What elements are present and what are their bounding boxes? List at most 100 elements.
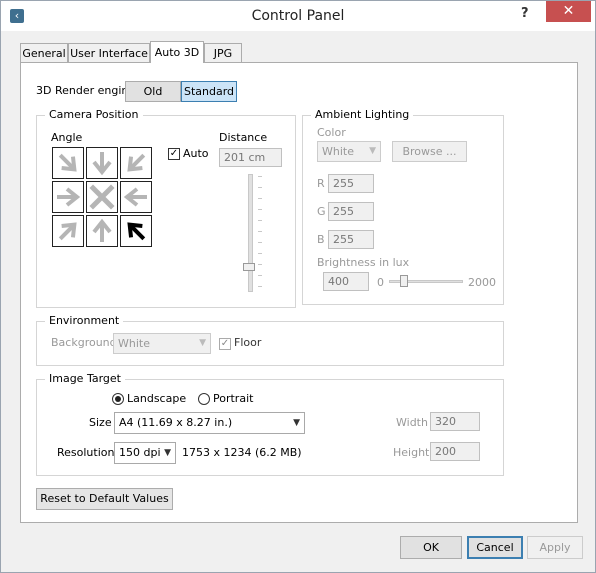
landscape-label: Landscape — [127, 392, 187, 405]
brightness-max-label: 2000 — [468, 276, 496, 289]
ambient-lighting-title: Ambient Lighting — [311, 108, 414, 121]
image-target-title: Image Target — [45, 372, 125, 385]
b-field[interactable]: 255 — [328, 230, 374, 249]
brightness-field[interactable]: 400 — [323, 272, 369, 291]
slider-tick — [258, 209, 262, 210]
angle-cell[interactable] — [86, 181, 118, 213]
resolution-select-value: 150 dpi — [119, 446, 161, 459]
arrow-left-icon — [123, 187, 147, 207]
arrow-right-icon — [57, 187, 81, 207]
arrow-down-left-icon — [127, 153, 146, 172]
browse-button[interactable]: Browse ... — [392, 141, 467, 162]
environment-title: Environment — [45, 314, 124, 327]
portrait-label: Portrait — [213, 392, 254, 405]
r-label: R — [317, 177, 325, 190]
angle-cell[interactable] — [120, 147, 152, 179]
cancel-button[interactable]: Cancel — [467, 536, 523, 559]
slider-tick — [258, 286, 262, 287]
chevron-down-icon: ▼ — [199, 338, 206, 348]
arrow-up-left-icon — [127, 222, 146, 241]
angle-cell[interactable] — [86, 147, 118, 179]
portrait-radio[interactable] — [198, 393, 210, 405]
color-label: Color — [317, 126, 346, 139]
slider-tick — [258, 187, 262, 188]
slider-tick — [258, 176, 262, 177]
ambient-lighting-group: Ambient Lighting Color White ▼ Browse ..… — [302, 108, 504, 305]
arrow-down-icon — [92, 152, 112, 176]
b-label: B — [317, 233, 325, 246]
slider-tick — [258, 264, 262, 265]
resolution-info: 1753 x 1234 (6.2 MB) — [182, 446, 302, 459]
render-standard-button[interactable]: Standard — [181, 81, 237, 102]
angle-cell[interactable] — [52, 215, 84, 247]
angle-cell[interactable] — [52, 181, 84, 213]
auto-3d-panel: 3D Render engine Old Standard Camera Pos… — [20, 62, 578, 523]
reset-defaults-button[interactable]: Reset to Default Values — [36, 488, 173, 510]
background-select[interactable]: White ▼ — [113, 333, 211, 354]
angle-cell[interactable] — [120, 215, 152, 247]
auto-checkbox[interactable]: ✓ — [168, 148, 180, 160]
size-select[interactable]: A4 (11.69 x 8.27 in.) ▼ — [114, 412, 305, 434]
landscape-radio[interactable] — [112, 393, 124, 405]
distance-slider-track — [248, 174, 253, 292]
g-label: G — [317, 205, 326, 218]
background-label: Background — [51, 336, 117, 349]
resolution-select[interactable]: 150 dpi ▼ — [114, 442, 176, 464]
distance-label: Distance — [219, 131, 268, 144]
arrow-up-icon — [92, 218, 112, 242]
render-old-button[interactable]: Old — [125, 81, 181, 102]
background-select-value: White — [118, 337, 150, 350]
angle-grid — [52, 147, 156, 251]
title-bar: ‹ Control Panel ? ✕ — [1, 1, 595, 31]
height-field[interactable]: 200 — [430, 442, 480, 461]
size-label: Size — [89, 416, 112, 429]
apply-button[interactable]: Apply — [527, 536, 583, 559]
width-field[interactable]: 320 — [430, 412, 480, 431]
distance-slider[interactable] — [242, 174, 264, 292]
floor-label: Floor — [234, 336, 262, 349]
auto-label: Auto — [183, 147, 209, 160]
camera-position-title: Camera Position — [45, 108, 143, 121]
size-select-value: A4 (11.69 x 8.27 in.) — [119, 416, 233, 429]
angle-label: Angle — [51, 131, 83, 144]
tab-auto-3d[interactable]: Auto 3D — [150, 41, 204, 63]
distance-slider-thumb[interactable] — [243, 263, 255, 271]
resolution-label: Resolution — [57, 446, 115, 459]
height-label: Height — [393, 446, 430, 459]
ok-button[interactable]: OK — [400, 536, 462, 559]
slider-tick — [258, 220, 262, 221]
tab-general[interactable]: General — [20, 43, 68, 62]
chevron-down-icon: ▼ — [369, 146, 376, 156]
help-button[interactable]: ? — [521, 6, 529, 21]
slider-tick — [258, 231, 262, 232]
distance-field[interactable]: 201 cm — [219, 148, 282, 167]
radio-selected-dot — [115, 396, 121, 402]
arrow-down-right-icon — [58, 153, 77, 172]
center-cross-icon — [89, 184, 115, 210]
chevron-down-icon: ▼ — [164, 448, 171, 458]
brightness-slider-thumb[interactable] — [400, 275, 408, 287]
close-button[interactable]: ✕ — [546, 1, 591, 22]
brightness-slider[interactable] — [389, 274, 463, 290]
r-field[interactable]: 255 — [328, 174, 374, 193]
color-select-value: White — [322, 145, 354, 158]
slider-tick — [258, 275, 262, 276]
render-engine-label: 3D Render engine — [36, 84, 136, 97]
angle-cell[interactable] — [86, 215, 118, 247]
slider-tick — [258, 242, 262, 243]
environment-group: Environment Background White ▼ ✓ Floor — [36, 314, 504, 366]
slider-tick — [258, 253, 262, 254]
color-select[interactable]: White ▼ — [317, 141, 381, 162]
angle-cell[interactable] — [120, 181, 152, 213]
g-field[interactable]: 255 — [328, 202, 374, 221]
tab-jpg[interactable]: JPG — [204, 43, 242, 62]
width-label: Width — [396, 416, 428, 429]
tab-user-interface[interactable]: User Interface — [68, 43, 150, 62]
arrow-up-right-icon — [58, 222, 77, 241]
image-target-group: Image Target Landscape Portrait Size A4 … — [36, 372, 504, 476]
chevron-down-icon: ▼ — [293, 418, 300, 428]
angle-cell[interactable] — [52, 147, 84, 179]
floor-checkbox[interactable]: ✓ — [219, 338, 231, 350]
brightness-min-label: 0 — [377, 276, 384, 289]
camera-position-group: Camera Position Angle ✓ Auto Distance 20… — [36, 108, 296, 308]
